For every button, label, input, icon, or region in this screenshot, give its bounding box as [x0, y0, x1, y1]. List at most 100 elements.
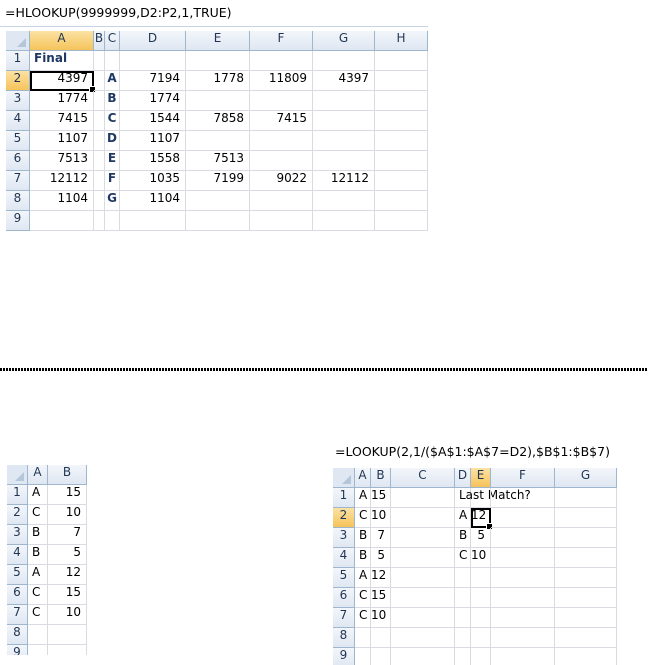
- cell-a9[interactable]: [355, 648, 371, 665]
- cell-g5[interactable]: [313, 131, 375, 151]
- cell-d2[interactable]: 7194: [120, 71, 186, 91]
- cell-e6[interactable]: [471, 588, 491, 608]
- row-header-4[interactable]: 4: [7, 545, 28, 565]
- row-header-9[interactable]: 9: [6, 211, 30, 231]
- cell-f2[interactable]: [491, 508, 555, 528]
- row-header-4[interactable]: 4: [333, 548, 355, 568]
- cell-a9[interactable]: [30, 211, 94, 231]
- cell-d6[interactable]: [455, 588, 471, 608]
- cell-b8[interactable]: [371, 628, 391, 648]
- column-header-e[interactable]: E: [186, 31, 250, 51]
- cell-b4[interactable]: 5: [48, 545, 87, 565]
- cell-b6[interactable]: 15: [48, 585, 87, 605]
- cell-a3[interactable]: 1774: [30, 91, 94, 111]
- select-all-corner[interactable]: [333, 468, 355, 488]
- cell-f4[interactable]: 7415: [250, 111, 313, 131]
- cell-a8[interactable]: 1104: [30, 191, 94, 211]
- cell-a1[interactable]: A: [28, 485, 48, 505]
- row-header-8[interactable]: 8: [6, 191, 30, 211]
- cell-g2[interactable]: 4397: [313, 71, 375, 91]
- formula-bar-lookup[interactable]: =LOOKUP(2,1/($A$1:$A$7=D2),$B$1:$B$7): [330, 439, 648, 466]
- row-header-1[interactable]: 1: [7, 485, 28, 505]
- cell-a5[interactable]: 1107: [30, 131, 94, 151]
- cell-d9[interactable]: [120, 211, 186, 231]
- cell-a3[interactable]: B: [355, 528, 371, 548]
- cell-h6[interactable]: [375, 151, 428, 171]
- row-header-1[interactable]: 1: [6, 51, 30, 71]
- cell-f8[interactable]: [250, 191, 313, 211]
- cell-d2[interactable]: A: [455, 508, 471, 528]
- cell-a7[interactable]: 12112: [30, 171, 94, 191]
- column-header-e[interactable]: E: [471, 468, 491, 488]
- cell-d8[interactable]: 1104: [120, 191, 186, 211]
- cell-f9[interactable]: [250, 211, 313, 231]
- cell-b6[interactable]: 15: [371, 588, 391, 608]
- cell-a4[interactable]: B: [355, 548, 371, 568]
- cell-b2[interactable]: 10: [371, 508, 391, 528]
- cell-a5[interactable]: A: [28, 565, 48, 585]
- cell-g4[interactable]: [313, 111, 375, 131]
- cell-b4[interactable]: 5: [371, 548, 391, 568]
- cell-g6[interactable]: [555, 588, 617, 608]
- cell-c8[interactable]: G: [105, 191, 120, 211]
- cell-g1[interactable]: [313, 51, 375, 71]
- cell-f2[interactable]: 11809: [250, 71, 313, 91]
- row-header-6[interactable]: 6: [333, 588, 355, 608]
- cell-e2[interactable]: 12: [471, 508, 493, 530]
- cell-e3[interactable]: [186, 91, 250, 111]
- row-header-6[interactable]: 6: [6, 151, 30, 171]
- cell-f6[interactable]: [250, 151, 313, 171]
- cell-a1[interactable]: A: [355, 488, 371, 508]
- cell-e1[interactable]: [186, 51, 250, 71]
- cell-e4[interactable]: 10: [471, 548, 491, 568]
- cell-d8[interactable]: [455, 628, 471, 648]
- cell-d1[interactable]: Last Match?: [455, 488, 531, 508]
- cell-f4[interactable]: [491, 548, 555, 568]
- cell-d9[interactable]: [455, 648, 471, 665]
- row-header-8[interactable]: 8: [333, 628, 355, 648]
- cell-g7[interactable]: [555, 608, 617, 628]
- cell-b9[interactable]: [48, 645, 87, 655]
- row-header-3[interactable]: 3: [7, 525, 28, 545]
- row-header-5[interactable]: 5: [333, 568, 355, 588]
- column-header-g[interactable]: G: [555, 468, 617, 488]
- cell-c9[interactable]: [391, 648, 455, 665]
- column-header-d[interactable]: D: [120, 31, 186, 51]
- cell-c6[interactable]: [391, 588, 455, 608]
- cell-b7[interactable]: [94, 171, 105, 191]
- cell-f3[interactable]: [250, 91, 313, 111]
- cell-h7[interactable]: [375, 171, 428, 191]
- cell-f1[interactable]: [491, 488, 555, 508]
- row-header-4[interactable]: 4: [6, 111, 30, 131]
- cell-h9[interactable]: [375, 211, 428, 231]
- row-header-5[interactable]: 5: [7, 565, 28, 585]
- cell-f3[interactable]: [491, 528, 555, 548]
- row-header-8[interactable]: 8: [7, 625, 28, 645]
- cell-d3[interactable]: B: [455, 528, 471, 548]
- cell-c3[interactable]: [391, 528, 455, 548]
- cell-a6[interactable]: C: [355, 588, 371, 608]
- cell-d5[interactable]: 1107: [120, 131, 186, 151]
- cell-b3[interactable]: 7: [48, 525, 87, 545]
- cell-d5[interactable]: [455, 568, 471, 588]
- cell-f7[interactable]: [491, 608, 555, 628]
- row-header-3[interactable]: 3: [6, 91, 30, 111]
- cell-c7[interactable]: F: [105, 171, 120, 191]
- select-all-corner[interactable]: [7, 465, 28, 485]
- column-header-c[interactable]: C: [105, 31, 120, 51]
- cell-g3[interactable]: [313, 91, 375, 111]
- row-header-9[interactable]: 9: [7, 645, 28, 655]
- cell-g6[interactable]: [313, 151, 375, 171]
- cell-b1[interactable]: 15: [48, 485, 87, 505]
- cell-g8[interactable]: [555, 628, 617, 648]
- cell-c2[interactable]: A: [105, 71, 120, 91]
- cell-d6[interactable]: 1558: [120, 151, 186, 171]
- column-header-c[interactable]: C: [391, 468, 455, 488]
- row-header-2[interactable]: 2: [333, 508, 355, 528]
- cell-g9[interactable]: [313, 211, 375, 231]
- row-header-2[interactable]: 2: [7, 505, 28, 525]
- cell-g2[interactable]: [555, 508, 617, 528]
- cell-a7[interactable]: C: [355, 608, 371, 628]
- cell-d1[interactable]: [120, 51, 186, 71]
- cell-f9[interactable]: [491, 648, 555, 665]
